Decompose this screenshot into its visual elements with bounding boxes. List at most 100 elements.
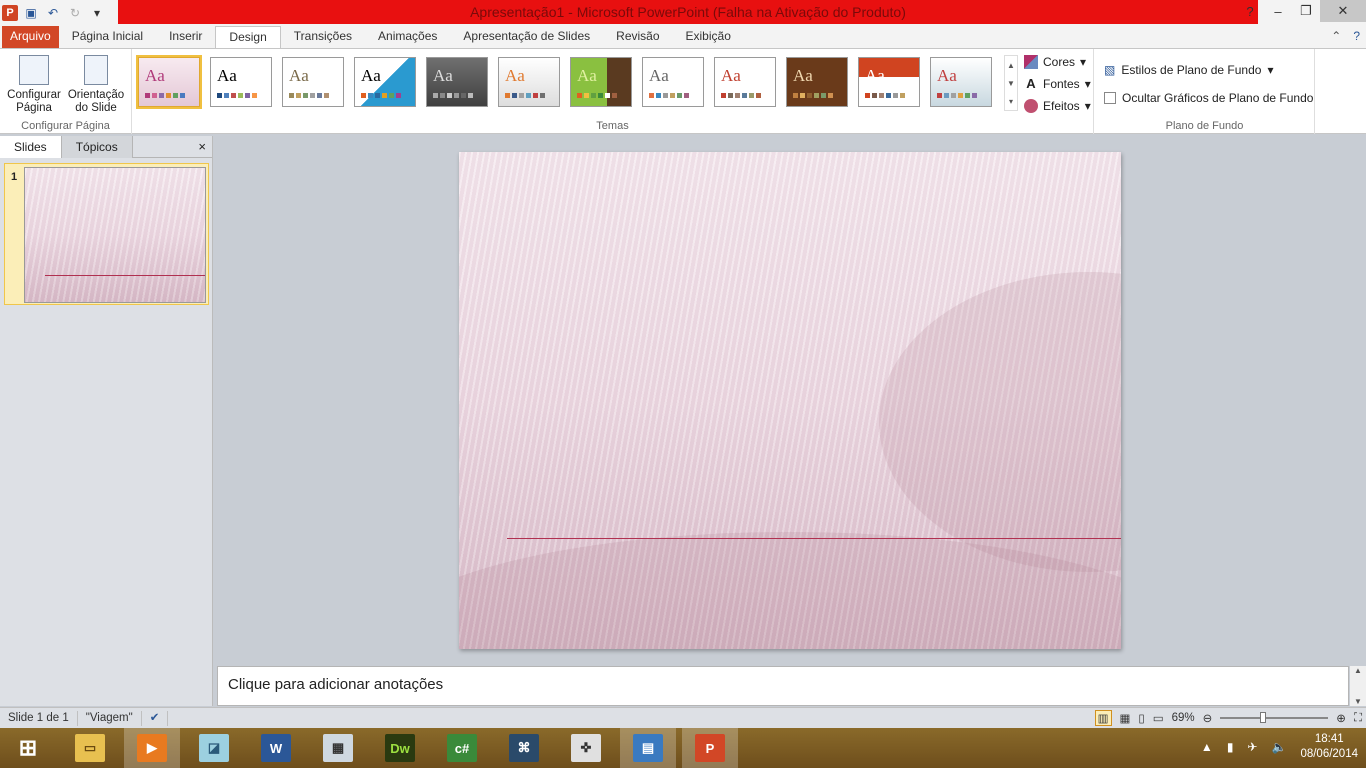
csharp-icon[interactable]: c# [434, 728, 490, 768]
theme-color-swatches [217, 93, 257, 98]
close-icon[interactable]: ✕ [1320, 0, 1366, 22]
spellcheck-icon[interactable]: ✔ [142, 710, 169, 726]
theme-sample-text: Aa [505, 66, 525, 85]
game-controller-icon[interactable]: ✜ [558, 728, 614, 768]
fonts-label: Fontes [1043, 76, 1080, 91]
group-label-background: Plano de Fundo [1165, 120, 1244, 132]
theme-thumbnail[interactable]: Aa [930, 57, 992, 107]
volume-icon[interactable]: 🔈 [1271, 740, 1286, 754]
background-styles-button[interactable]: ▧ Estilos de Plano de Fundo ▾ [1104, 63, 1313, 77]
theme-thumbnail[interactable]: Aa [786, 57, 848, 107]
theme-thumbnail[interactable]: Aa [210, 57, 272, 107]
media-player-icon[interactable]: ▶ [124, 728, 180, 768]
slides-panel: Slides Tópicos × 1 [0, 135, 213, 706]
theme-thumbnail[interactable]: Aa [570, 57, 632, 107]
colors-button[interactable]: Cores ▾ [1024, 53, 1091, 70]
tab-design[interactable]: Design [215, 26, 281, 48]
notes-pane[interactable]: Clique para adicionar anotações [217, 666, 1349, 706]
slide-canvas[interactable] [459, 152, 1121, 649]
save-icon[interactable]: ▣ [22, 4, 40, 22]
hide-background-checkbox[interactable]: Ocultar Gráficos de Plano de Fundo [1104, 91, 1313, 105]
group-label-themes: Temas [596, 120, 629, 132]
title-bar: Apresentação1 - Microsoft PowerPoint (Fa… [0, 0, 1366, 26]
hide-background-label: Ocultar Gráficos de Plano de Fundo [1122, 91, 1314, 105]
minimize-ribbon-icon[interactable]: ⌃ [1331, 29, 1341, 43]
theme-sample-text: Aa [937, 66, 957, 85]
remote-desktop-icon[interactable]: ▤ [620, 728, 676, 768]
theme-thumbnail[interactable]: Aa [136, 55, 202, 109]
tray-expand-icon[interactable]: ▲ [1201, 740, 1213, 754]
page-setup-icon [19, 55, 49, 85]
gallery-down-icon[interactable]: ▼ [1005, 74, 1017, 92]
theme-sample-text: Aa [649, 66, 669, 85]
tab-arquivo[interactable]: Arquivo [2, 26, 59, 48]
undo-icon[interactable]: ↶ [44, 4, 62, 22]
theme-thumbnail[interactable]: Aa [858, 57, 920, 107]
checkbox-icon [1104, 92, 1116, 104]
dreamweaver-icon[interactable]: Dw [372, 728, 428, 768]
theme-sample-text: Aa [577, 66, 597, 85]
slide-orientation-button[interactable]: Orientação do Slide [64, 55, 128, 115]
clock[interactable]: 18:41 08/06/2014 [1300, 732, 1358, 762]
slideshow-icon[interactable]: ▭ [1153, 711, 1164, 725]
zoom-level[interactable]: 69% [1172, 712, 1195, 724]
tab-topicos[interactable]: Tópicos [61, 135, 133, 158]
file-explorer-icon[interactable]: ▭ [62, 728, 118, 768]
powerpoint-app-icon[interactable]: P [2, 5, 18, 21]
customize-qat-icon[interactable]: ▾ [88, 4, 106, 22]
theme-thumbnail[interactable]: Aa [498, 57, 560, 107]
theme-color-swatches [793, 93, 833, 98]
theme-color-swatches [433, 93, 473, 98]
slide-thumbnail-item[interactable]: 1 [4, 163, 209, 305]
theme-color-swatches [289, 93, 329, 98]
help-circle-icon[interactable]: ? [1353, 29, 1360, 43]
battery-icon[interactable]: ▮ [1227, 740, 1234, 754]
tab-exibicao[interactable]: Exibição [673, 26, 744, 48]
page-setup-label: Configurar Página [7, 89, 61, 114]
tab-apresentacao[interactable]: Apresentação de Slides [450, 26, 603, 48]
word-icon[interactable]: W [248, 728, 304, 768]
airplane-icon[interactable]: ✈ [1247, 740, 1257, 754]
normal-view-icon[interactable]: ▥ [1094, 710, 1112, 726]
theme-thumbnail[interactable]: Aa [714, 57, 776, 107]
page-setup-button[interactable]: Configurar Página [4, 55, 64, 115]
effects-label: Efeitos [1043, 98, 1080, 113]
notes-app-icon[interactable]: ◪ [186, 728, 242, 768]
tab-slides[interactable]: Slides [0, 135, 62, 158]
tab-pagina-inicial[interactable]: Página Inicial [59, 26, 156, 48]
colors-icon [1024, 54, 1038, 69]
windows-start-icon[interactable]: ⊞ [0, 728, 56, 768]
zoom-out-icon[interactable]: ⊖ [1203, 711, 1213, 725]
theme-thumbnail[interactable]: Aa [282, 57, 344, 107]
maximize-icon[interactable]: ❐ [1292, 0, 1320, 22]
fit-window-icon[interactable]: ⛶ [1354, 712, 1362, 725]
tab-transicoes[interactable]: Transições [281, 26, 365, 48]
tab-revisao[interactable]: Revisão [603, 26, 672, 48]
tab-animacoes[interactable]: Animações [365, 26, 450, 48]
theme-thumbnail[interactable]: Aa [642, 57, 704, 107]
help-icon[interactable]: ? [1236, 0, 1264, 22]
slide-sorter-icon[interactable]: ▦ [1120, 711, 1131, 725]
calculator-icon[interactable]: ▦ [310, 728, 366, 768]
zoom-in-icon[interactable]: ⊕ [1336, 711, 1346, 725]
powerpoint-taskbar-icon[interactable]: P [682, 728, 738, 768]
reading-view-icon[interactable]: ▯ [1138, 711, 1144, 725]
notes-scrollbar[interactable]: ▲ ▼ [1350, 666, 1366, 706]
ribbon-tabs: Arquivo Página Inicial Inserir Design Tr… [0, 26, 1366, 48]
fonts-icon: A [1026, 75, 1036, 91]
zoom-slider[interactable] [1220, 712, 1329, 723]
redo-icon[interactable]: ↻ [66, 4, 84, 22]
effects-button[interactable]: Efeitos ▾ [1024, 97, 1091, 114]
fonts-button[interactable]: A Fontes ▾ [1024, 75, 1090, 92]
theme-gallery: Aa Aa Aa Aa Aa Aa Aa Aa Aa Aa Aa Aa [136, 55, 992, 109]
panel-close-icon[interactable]: × [198, 139, 206, 154]
theme-thumbnail[interactable]: Aa [354, 57, 416, 107]
theme-color-swatches [937, 93, 977, 98]
tab-inserir[interactable]: Inserir [156, 26, 215, 48]
theme-thumbnail[interactable]: Aa [426, 57, 488, 107]
mysql-workbench-icon[interactable]: ⌘ [496, 728, 552, 768]
slide-thumbnail[interactable] [24, 167, 206, 303]
gallery-up-icon[interactable]: ▲ [1005, 56, 1017, 74]
gallery-more-icon[interactable]: ▾ [1005, 92, 1017, 110]
minimize-icon[interactable]: – [1264, 0, 1292, 22]
